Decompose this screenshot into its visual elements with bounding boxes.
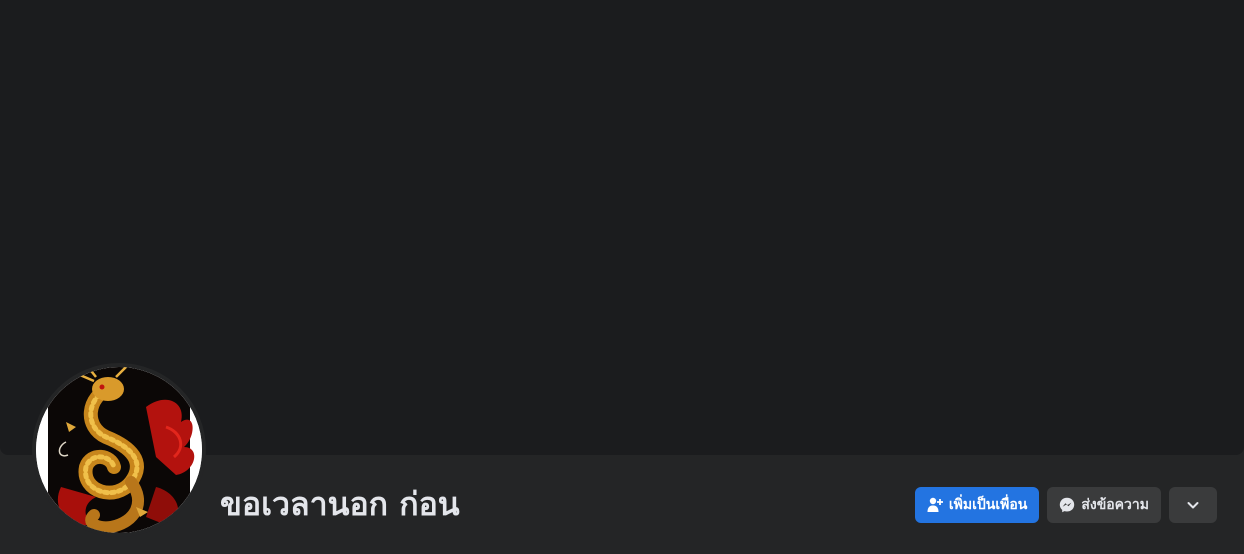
avatar-ring bbox=[32, 363, 206, 537]
more-options-button[interactable] bbox=[1169, 487, 1217, 523]
dragon-avatar-icon bbox=[36, 367, 202, 533]
profile-actions: เพิ่มเป็นเพื่อน ส่งข้อความ bbox=[914, 487, 1217, 523]
messenger-icon bbox=[1059, 497, 1075, 513]
add-friend-label: เพิ่มเป็นเพื่อน bbox=[948, 497, 1028, 513]
profile-name: ขอเวลานอก ก่อน bbox=[220, 485, 460, 523]
profile-avatar[interactable] bbox=[36, 367, 202, 533]
add-friend-button[interactable]: เพิ่มเป็นเพื่อน bbox=[914, 487, 1040, 523]
add-friend-icon bbox=[927, 497, 943, 513]
message-button[interactable]: ส่งข้อความ bbox=[1047, 487, 1161, 523]
message-label: ส่งข้อความ bbox=[1081, 497, 1149, 513]
cover-photo[interactable] bbox=[0, 0, 1244, 455]
chevron-down-icon bbox=[1185, 497, 1201, 513]
profile-page: ขอเวลานอก ก่อน เพิ่มเป็นเพื่อน ส่งข้อควา… bbox=[0, 0, 1244, 554]
